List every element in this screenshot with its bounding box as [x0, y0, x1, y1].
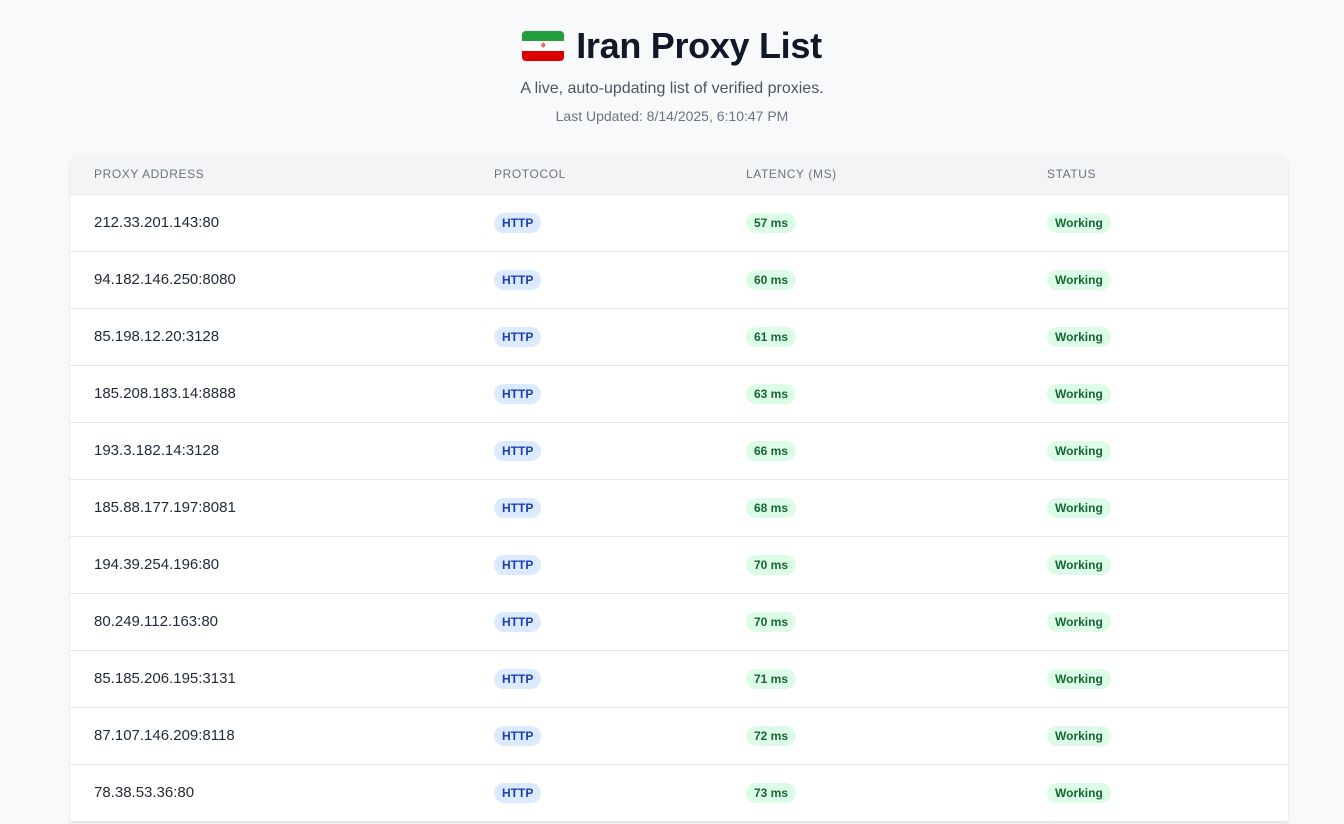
title-row: ☬ Iran Proxy List	[0, 25, 1344, 66]
page-subtitle: A live, auto-updating list of verified p…	[520, 80, 824, 97]
table-row[interactable]: 185.208.183.14:8888 HTTP 63 ms Working	[70, 366, 1288, 423]
proxy-address[interactable]: 193.3.182.14:3128	[94, 442, 219, 459]
protocol-badge: HTTP	[494, 441, 542, 461]
protocol-badge: HTTP	[494, 555, 542, 575]
protocol-badge: HTTP	[494, 498, 542, 518]
latency-badge: 68 ms	[746, 498, 797, 518]
status-badge: Working	[1047, 270, 1111, 290]
table-row[interactable]: 87.107.146.209:8118 HTTP 72 ms Working	[70, 708, 1288, 765]
status-badge: Working	[1047, 384, 1111, 404]
status-badge: Working	[1047, 213, 1111, 233]
proxy-table: Proxy Address Protocol Latency (ms) Stat…	[70, 154, 1288, 822]
table-row[interactable]: 193.3.182.14:3128 HTTP 66 ms Working	[70, 423, 1288, 480]
table-row[interactable]: 80.249.112.163:80 HTTP 70 ms Working	[70, 594, 1288, 651]
proxy-address[interactable]: 185.88.177.197:8081	[94, 499, 236, 516]
table-row[interactable]: 212.33.201.143:80 HTTP 57 ms Working	[70, 195, 1288, 252]
protocol-badge: HTTP	[494, 327, 542, 347]
latency-badge: 61 ms	[746, 327, 797, 347]
status-badge: Working	[1047, 498, 1111, 518]
column-header-status[interactable]: Status	[1047, 167, 1288, 181]
proxy-address[interactable]: 85.198.12.20:3128	[94, 328, 219, 345]
latency-badge: 73 ms	[746, 783, 797, 803]
iran-flag-icon: ☬	[522, 31, 565, 61]
page-title: Iran Proxy List	[576, 25, 822, 66]
proxy-address[interactable]: 85.185.206.195:3131	[94, 670, 236, 687]
proxy-address[interactable]: 87.107.146.209:8118	[94, 727, 235, 744]
latency-badge: 71 ms	[746, 669, 797, 689]
status-badge: Working	[1047, 783, 1111, 803]
status-badge: Working	[1047, 612, 1111, 632]
latency-badge: 63 ms	[746, 384, 797, 404]
column-header-proxy-address[interactable]: Proxy Address	[70, 167, 494, 181]
protocol-badge: HTTP	[494, 612, 542, 632]
table-row[interactable]: 78.38.53.36:80 HTTP 73 ms Working	[70, 765, 1288, 822]
table-header: Proxy Address Protocol Latency (ms) Stat…	[70, 154, 1288, 195]
protocol-badge: HTTP	[494, 213, 542, 233]
proxy-address[interactable]: 212.33.201.143:80	[94, 214, 219, 231]
proxy-address[interactable]: 80.249.112.163:80	[94, 613, 218, 630]
protocol-badge: HTTP	[494, 726, 542, 746]
table-row[interactable]: 94.182.146.250:8080 HTTP 60 ms Working	[70, 252, 1288, 309]
latency-badge: 72 ms	[746, 726, 797, 746]
proxy-address[interactable]: 78.38.53.36:80	[94, 784, 194, 801]
latency-badge: 57 ms	[746, 213, 797, 233]
column-header-protocol[interactable]: Protocol	[494, 167, 746, 181]
proxy-address[interactable]: 185.208.183.14:8888	[94, 385, 236, 402]
latency-badge: 70 ms	[746, 555, 797, 575]
proxy-address[interactable]: 194.39.254.196:80	[94, 556, 219, 573]
proxy-address[interactable]: 94.182.146.250:8080	[94, 271, 236, 288]
latency-badge: 60 ms	[746, 270, 797, 290]
table-body: 212.33.201.143:80 HTTP 57 ms Working 94.182.…	[70, 195, 1288, 822]
table-row[interactable]: 185.88.177.197:8081 HTTP 68 ms Working	[70, 480, 1288, 537]
page-header: ☬ Iran Proxy List A live, auto-updating …	[0, 0, 1344, 124]
table-row[interactable]: 85.198.12.20:3128 HTTP 61 ms Working	[70, 309, 1288, 366]
status-badge: Working	[1047, 555, 1111, 575]
status-badge: Working	[1047, 327, 1111, 347]
protocol-badge: HTTP	[494, 270, 542, 290]
last-updated-text: Last Updated: 8/14/2025, 6:10:47 PM	[555, 108, 789, 124]
latency-badge: 70 ms	[746, 612, 797, 632]
status-badge: Working	[1047, 441, 1111, 461]
latency-badge: 66 ms	[746, 441, 797, 461]
status-badge: Working	[1047, 726, 1111, 746]
protocol-badge: HTTP	[494, 384, 542, 404]
table-row[interactable]: 85.185.206.195:3131 HTTP 71 ms Working	[70, 651, 1288, 708]
column-header-latency[interactable]: Latency (ms)	[746, 167, 1047, 181]
protocol-badge: HTTP	[494, 669, 542, 689]
protocol-badge: HTTP	[494, 783, 542, 803]
status-badge: Working	[1047, 669, 1111, 689]
table-row[interactable]: 194.39.254.196:80 HTTP 70 ms Working	[70, 537, 1288, 594]
